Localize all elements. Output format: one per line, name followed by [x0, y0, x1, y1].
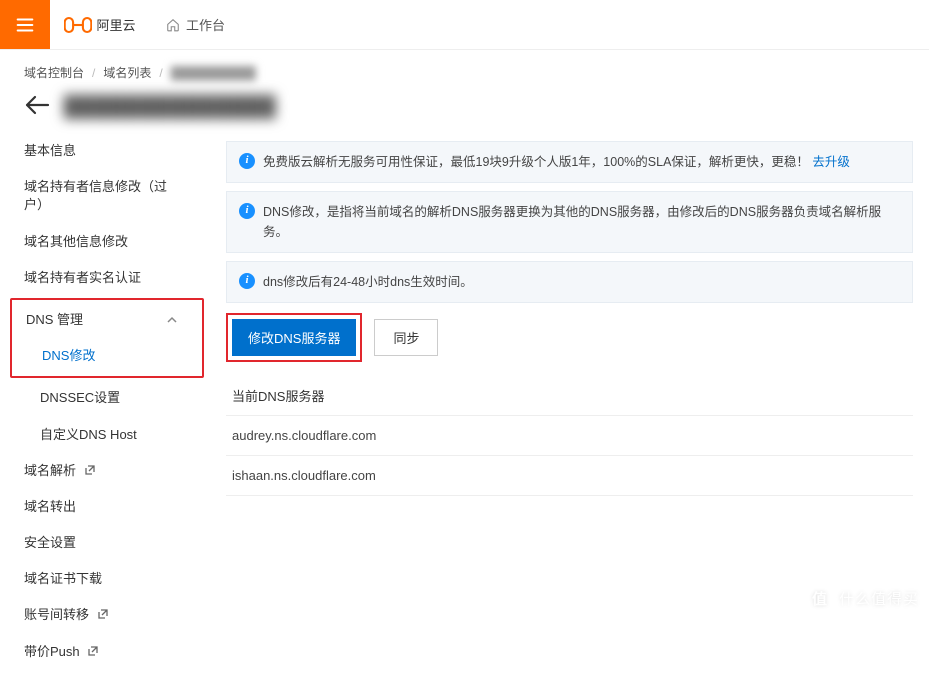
dns-server-row: audrey.ns.cloudflare.com [226, 416, 913, 456]
breadcrumb-item-domain-list[interactable]: 域名列表 [103, 64, 151, 81]
sidebar-item-dns-modify[interactable]: DNS修改 [12, 338, 202, 374]
notice-dns-ttl: i dns修改后有24-48小时dns生效时间。 [226, 261, 913, 303]
external-link-icon [87, 645, 99, 657]
current-dns-label: 当前DNS服务器 [226, 376, 913, 416]
notice-dns-explain: i DNS修改，是指将当前域名的解析DNS服务器更换为其他的DNS服务器，由修改… [226, 191, 913, 253]
sidebar-item-label: 自定义DNS Host [40, 426, 137, 444]
sidebar-item-owner-modify[interactable]: 域名持有者信息修改（过户） [0, 169, 210, 223]
sync-button[interactable]: 同步 [374, 319, 438, 356]
sidebar-group-dns-highlighted: DNS 管理 DNS修改 [10, 298, 204, 378]
modify-dns-button[interactable]: 修改DNS服务器 [232, 319, 356, 356]
home-icon [166, 18, 180, 32]
main-content: i 免费版云解析无服务可用性保证，最低19块9升级个人版1年，100%的SLA保… [210, 133, 929, 680]
sidebar-item-basic-info[interactable]: 基本信息 [0, 133, 210, 169]
sidebar-item-other-modify[interactable]: 域名其他信息修改 [0, 224, 210, 260]
sidebar-item-dns-resolve[interactable]: 域名解析 [0, 453, 210, 489]
workspace-link[interactable]: 工作台 [150, 0, 241, 49]
sidebar-item-cert-download[interactable]: 域名证书下载 [0, 561, 210, 597]
sidebar-item-account-transfer[interactable]: 账号间转移 [0, 597, 210, 633]
sidebar-item-label: 域名解析 [24, 463, 76, 478]
aliyun-logo-icon [64, 15, 92, 35]
sidebar-item-label: 域名转出 [24, 498, 76, 516]
breadcrumb-separator: / [159, 66, 162, 80]
sidebar-item-security[interactable]: 安全设置 [0, 525, 210, 561]
upgrade-link[interactable]: 去升级 [812, 155, 850, 169]
top-bar: 阿里云 工作台 [0, 0, 929, 50]
arrow-left-icon [24, 95, 50, 115]
action-row: 修改DNS服务器 同步 [226, 313, 913, 362]
sidebar-item-dnssec[interactable]: DNSSEC设置 [0, 380, 210, 416]
sidebar-item-push[interactable]: 带价Push [0, 634, 210, 670]
hamburger-icon [14, 14, 36, 36]
info-icon: i [239, 273, 255, 289]
sidebar-item-dns-management[interactable]: DNS 管理 [12, 302, 202, 338]
brand-text: 阿里云 [96, 15, 135, 34]
page-title-masked: ██████████████ [64, 96, 276, 119]
sidebar-item-custom-dns-host[interactable]: 自定义DNS Host [0, 417, 210, 453]
notice-text: 免费版云解析无服务可用性保证，最低19块9升级个人版1年，100%的SLA保证，… [263, 155, 809, 169]
highlight-box: 修改DNS服务器 [226, 313, 362, 362]
breadcrumb-separator: / [92, 66, 95, 80]
sidebar-item-label: 域名持有者信息修改（过户） [24, 178, 186, 214]
dns-server-row: ishaan.ns.cloudflare.com [226, 456, 913, 496]
breadcrumb: 域名控制台 / 域名列表 / ██████████ [0, 50, 929, 89]
notice-text: dns修改后有24-48小时dns生效时间。 [263, 272, 473, 292]
notice-upgrade: i 免费版云解析无服务可用性保证，最低19块9升级个人版1年，100%的SLA保… [226, 141, 913, 183]
breadcrumb-item-console[interactable]: 域名控制台 [24, 64, 84, 81]
sidebar-item-label: DNS修改 [42, 347, 95, 365]
sidebar: 基本信息 域名持有者信息修改（过户） 域名其他信息修改 域名持有者实名认证 DN… [0, 133, 210, 680]
workspace-label: 工作台 [186, 15, 225, 34]
chevron-up-icon [166, 314, 178, 326]
info-icon: i [239, 153, 255, 169]
sidebar-item-realname[interactable]: 域名持有者实名认证 [0, 260, 210, 296]
sidebar-item-label: 域名持有者实名认证 [24, 269, 141, 287]
breadcrumb-item-domain-masked: ██████████ [171, 66, 256, 80]
info-icon: i [239, 203, 255, 219]
page-title-bar: ██████████████ [0, 89, 929, 133]
menu-toggle-button[interactable] [0, 0, 50, 49]
sidebar-item-label: 域名证书下载 [24, 570, 102, 588]
sidebar-item-label: 带价Push [24, 644, 80, 659]
sidebar-item-label: DNSSEC设置 [40, 389, 120, 407]
sidebar-item-transfer-out[interactable]: 域名转出 [0, 489, 210, 525]
sidebar-item-label: 基本信息 [24, 142, 76, 160]
sidebar-item-label: 安全设置 [24, 534, 76, 552]
notice-text: DNS修改，是指将当前域名的解析DNS服务器更换为其他的DNS服务器，由修改后的… [263, 202, 900, 242]
sidebar-item-label: DNS 管理 [26, 311, 83, 329]
sidebar-item-label: 账号间转移 [24, 607, 89, 622]
brand-logo-area[interactable]: 阿里云 [50, 0, 150, 49]
back-arrow-button[interactable] [24, 95, 50, 119]
sidebar-item-label: 域名其他信息修改 [24, 233, 128, 251]
external-link-icon [84, 464, 96, 476]
